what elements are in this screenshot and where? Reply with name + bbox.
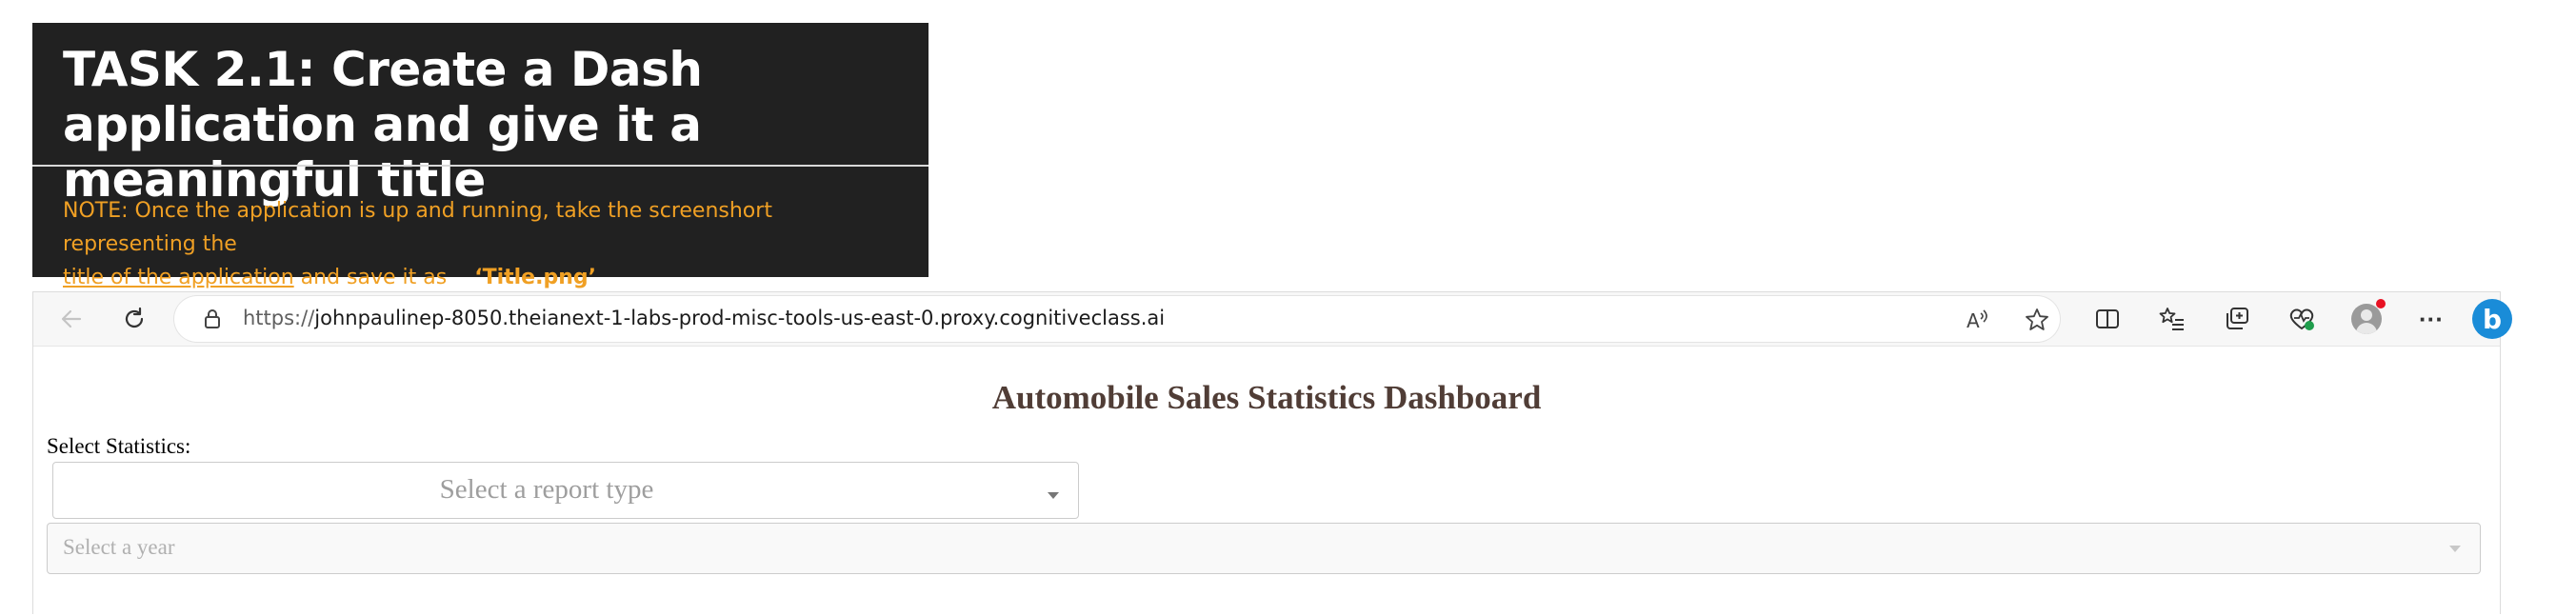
dash-page: Automobile Sales Statistics Dashboard Se… [33,346,2500,616]
year-dropdown[interactable]: Select a year [47,523,2481,574]
split-screen-icon[interactable] [2090,302,2125,336]
more-icon[interactable]: ··· [2414,302,2448,336]
browser-toolbar: https://johnpaulinep-8050.theianext-1-la… [33,292,2512,346]
refresh-icon[interactable] [115,300,153,338]
report-type-placeholder: Select a report type [439,474,654,505]
note-middle: and save it as [300,266,448,289]
chevron-down-icon[interactable] [1048,492,1059,499]
svg-text:A: A [1967,309,1980,332]
read-aloud-icon[interactable]: A [1965,307,1991,333]
task-note: NOTE: Once the application is up and run… [63,194,910,294]
select-statistics-label: Select Statistics: [47,434,191,458]
favorite-star-icon[interactable] [2024,307,2050,333]
profile-avatar-icon[interactable] [2349,299,2386,336]
task-divider [32,165,929,167]
year-placeholder: Select a year [63,535,175,559]
page-title: Automobile Sales Statistics Dashboard [991,379,1542,416]
address-bar[interactable]: https://johnpaulinep-8050.theianext-1-la… [174,296,2060,342]
task-title: TASK 2.1: Create a Dash application and … [63,42,703,208]
note-link: title of the application [63,266,294,289]
report-type-dropdown[interactable]: Select a report type [52,462,1079,519]
chevron-down-icon[interactable] [2449,546,2461,552]
lock-icon[interactable] [203,308,222,334]
note-filename: ‘Title.png’ [474,266,596,289]
task-panel: TASK 2.1: Create a Dash application and … [32,23,929,289]
collections-icon[interactable] [2220,302,2254,336]
favorites-list-icon[interactable] [2155,302,2189,336]
url-text[interactable]: https://johnpaulinep-8050.theianext-1-la… [243,307,1165,329]
note-prefix: NOTE: Once the application is up and run… [63,199,772,256]
bing-copilot-icon[interactable]: b [2471,298,2513,340]
back-icon[interactable] [52,300,90,338]
browser-essentials-icon[interactable] [2285,302,2319,336]
browser-window: https://johnpaulinep-8050.theianext-1-la… [32,291,2512,616]
